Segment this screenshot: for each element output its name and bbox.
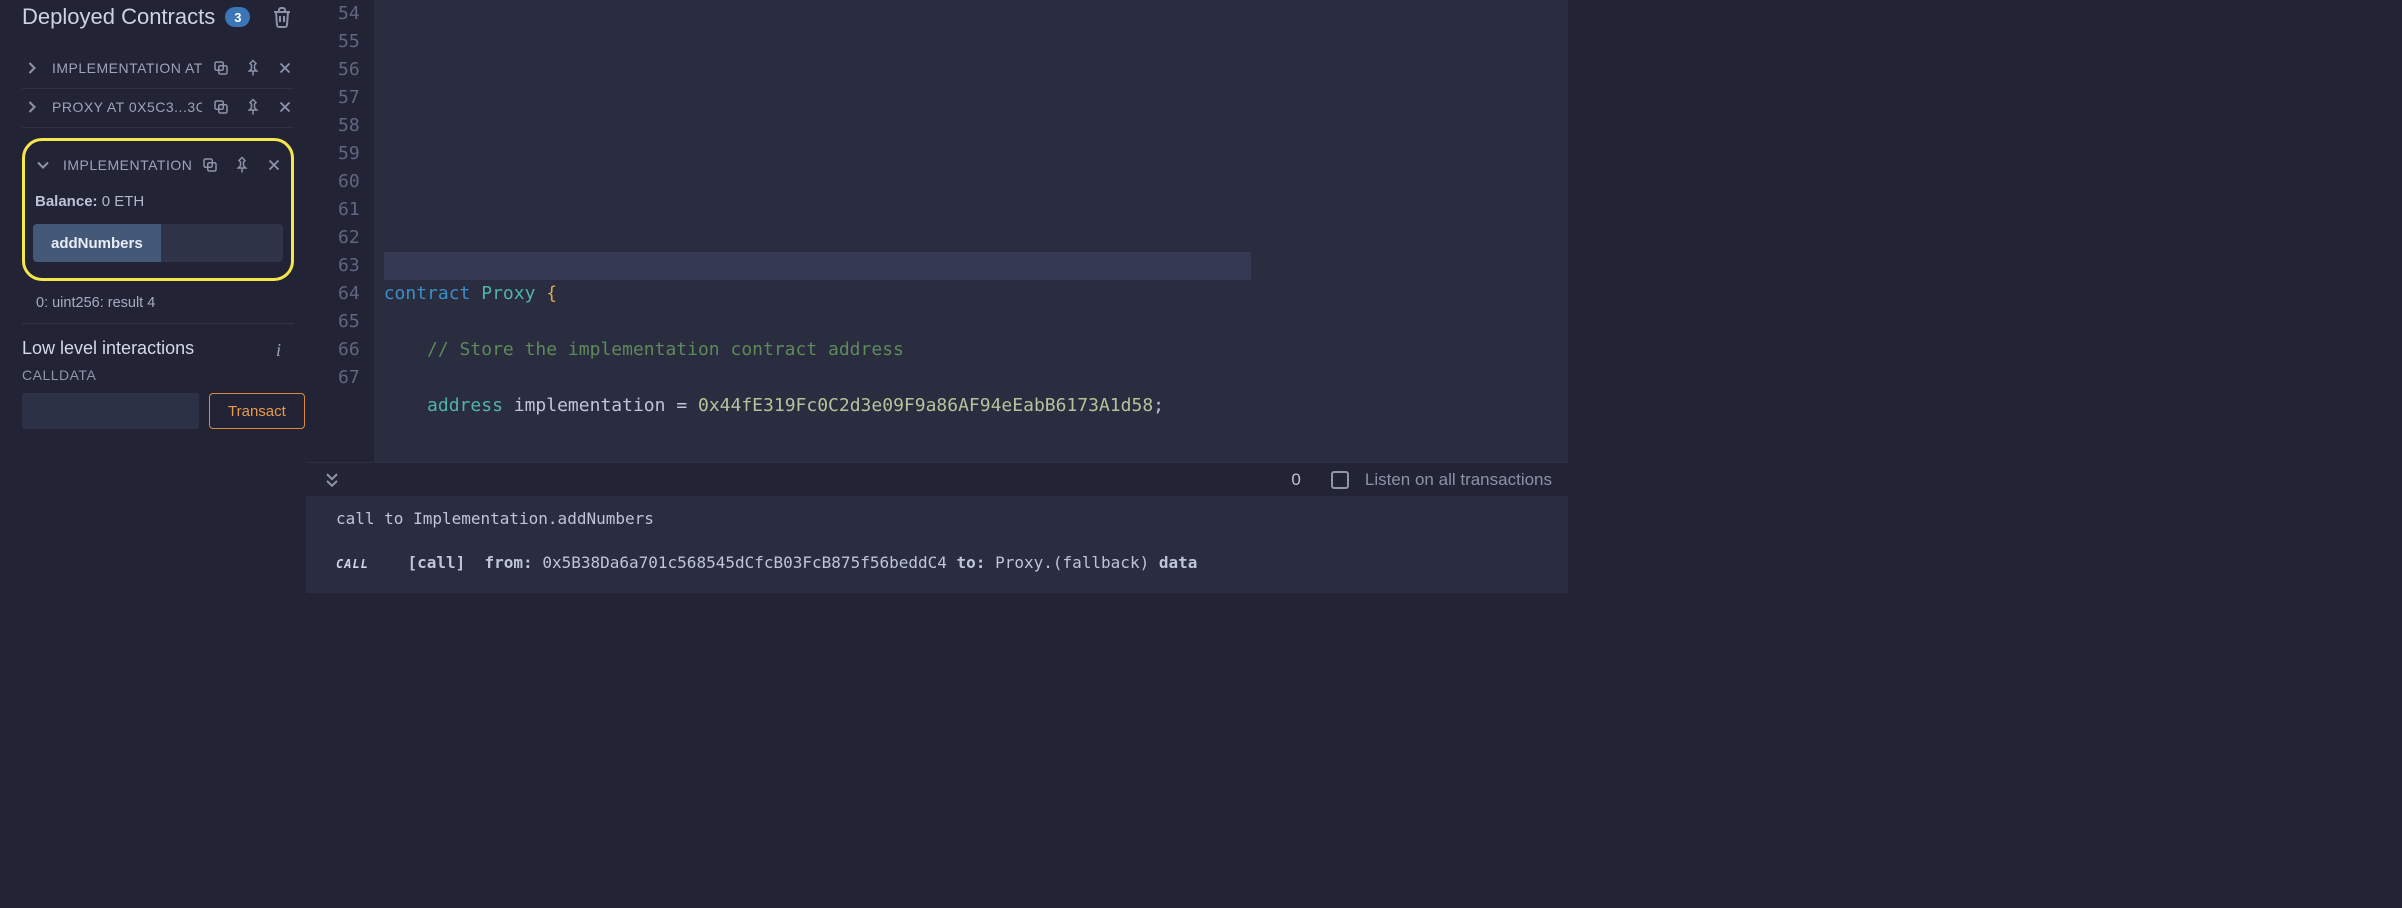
transact-button[interactable]: Transact (209, 393, 305, 429)
close-icon[interactable] (276, 59, 294, 77)
copy-icon[interactable] (212, 59, 230, 77)
double-chevron-down-icon[interactable] (322, 470, 342, 490)
terminal-toolbar: 0 Listen on all transactions (306, 462, 1568, 496)
chevron-down-icon[interactable] (33, 155, 53, 175)
divider (22, 323, 294, 324)
balance-display: Balance: 0 ETH (33, 193, 283, 210)
chevron-right-icon[interactable] (22, 58, 42, 78)
listen-checkbox[interactable] (1331, 471, 1349, 489)
close-icon[interactable] (265, 156, 283, 174)
terminal-output[interactable]: call to Implementation.addNumbers CALL [… (306, 496, 1568, 593)
contract-item-implementation-0x5c-expanded: IMPLEMENTATION AT 0X5C Balance: 0 ETH ad… (22, 138, 294, 281)
pin-icon[interactable] (244, 59, 262, 77)
code-editor-panel: 54 55 56 57 58 59 60 61 62 63 64 65 66 6… (306, 0, 1568, 593)
contract-item-header[interactable]: IMPLEMENTATION AT 0X5C (33, 153, 283, 187)
terminal-line: CALL [call] from: 0x5B38Da6a701c568545dC… (336, 550, 1538, 577)
contract-label: PROXY AT 0X5C3...3C3B8 (I (52, 99, 202, 115)
copy-icon[interactable] (201, 156, 219, 174)
contract-item-implementation-0x44[interactable]: IMPLEMENTATION AT 0X44F (22, 50, 294, 89)
chevron-right-icon[interactable] (22, 97, 42, 117)
code-editor[interactable]: 54 55 56 57 58 59 60 61 62 63 64 65 66 6… (306, 0, 1568, 462)
close-icon[interactable] (276, 98, 294, 116)
calldata-label: CALLDATA (22, 367, 294, 383)
panel-title: Deployed Contracts (22, 4, 215, 30)
pin-icon[interactable] (244, 98, 262, 116)
function-result: 0: uint256: result 4 (22, 281, 294, 323)
deployed-contracts-panel: Deployed Contracts 3 IMPLEMENTATION AT 0… (0, 0, 306, 593)
low-level-interactions-header: Low level interactions i (22, 338, 294, 359)
addnumbers-button[interactable]: addNumbers (33, 224, 161, 262)
lli-title: Low level interactions (22, 338, 194, 359)
contract-label: IMPLEMENTATION AT 0X5C (63, 157, 191, 173)
contract-item-proxy-0x5c3[interactable]: PROXY AT 0X5C3...3C3B8 (I (22, 89, 294, 128)
panel-header: Deployed Contracts 3 (22, 4, 294, 30)
info-icon[interactable]: i (276, 340, 294, 358)
line-number-gutter: 54 55 56 57 58 59 60 61 62 63 64 65 66 6… (306, 0, 374, 462)
calldata-input[interactable] (22, 393, 199, 429)
pending-tx-count: 0 (1291, 470, 1300, 490)
code-content[interactable]: contract Proxy { // Store the implementa… (374, 0, 1261, 462)
contract-count-badge: 3 (225, 7, 250, 27)
trash-icon[interactable] (270, 5, 294, 29)
listen-label: Listen on all transactions (1365, 470, 1552, 490)
copy-icon[interactable] (212, 98, 230, 116)
function-call-row: addNumbers (33, 224, 283, 262)
contract-label: IMPLEMENTATION AT 0X44F (52, 60, 202, 76)
pin-icon[interactable] (233, 156, 251, 174)
terminal-line: call to Implementation.addNumbers (336, 506, 1538, 532)
function-args-input[interactable] (161, 224, 283, 262)
